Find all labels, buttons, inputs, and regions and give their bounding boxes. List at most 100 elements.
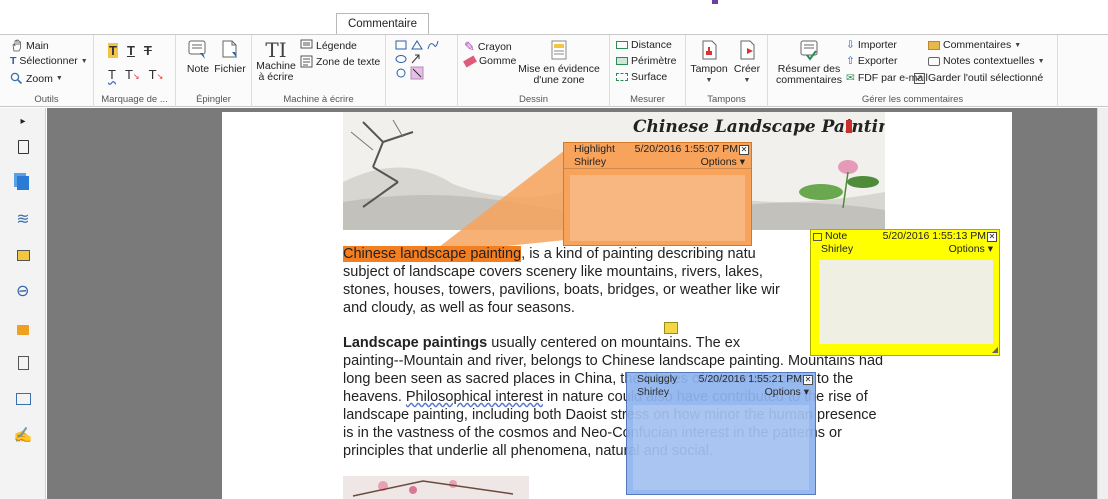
crayon-tool[interactable]: ✎ Crayon xyxy=(464,39,512,55)
highlight-connector xyxy=(430,150,565,254)
accent-mark xyxy=(712,0,718,4)
group-marquage: T T T T T↘ T↘ Marquage de ... xyxy=(94,35,176,107)
expand-panel-arrow-icon[interactable]: ▸ xyxy=(12,110,34,132)
legende-tool[interactable]: Légende xyxy=(300,39,357,52)
typewriter-label-2: à écrire xyxy=(258,71,294,83)
chevron-down-icon: ▼ xyxy=(1037,57,1045,65)
note-popup-author: Shirley xyxy=(821,243,854,255)
typewriter-button[interactable]: TI Machine à écrire xyxy=(256,39,296,83)
comments-label: Commentaires xyxy=(943,39,1012,51)
underline-text-icon[interactable]: T xyxy=(127,43,135,58)
stamp-icon xyxy=(702,40,717,60)
squiggly-popup[interactable]: Squiggly 5/20/2016 1:55:21 PM ✕ Shirley O… xyxy=(626,372,816,495)
group-label-marquage: Marquage de ... xyxy=(101,94,168,105)
chevron-down-icon: ▼ xyxy=(743,77,751,84)
export-button[interactable]: ⇧ Exporter xyxy=(846,55,898,67)
highlight-popup-options[interactable]: Options ▾ xyxy=(701,156,745,168)
popup-notes-label: Notes contextuelles xyxy=(943,55,1035,67)
import-label: Importer xyxy=(857,39,897,51)
gomme-tool[interactable]: Gomme xyxy=(463,54,516,68)
note-button[interactable]: Note xyxy=(184,39,212,75)
import-icon: ⇩ xyxy=(846,39,855,51)
note-popup-body[interactable] xyxy=(819,260,993,344)
signature-icon[interactable]: ✍ xyxy=(12,424,34,446)
note-marker-icon[interactable] xyxy=(664,322,678,334)
stamp-button[interactable]: Tampon ▼ xyxy=(690,39,728,86)
pages-thumbnails-icon[interactable] xyxy=(12,172,34,194)
highlight-text-icon[interactable]: T xyxy=(108,43,118,58)
highlight-popup-type: Highlight xyxy=(574,143,615,155)
document-settings-icon[interactable] xyxy=(12,352,34,374)
file-attach-icon xyxy=(222,40,237,58)
group-tampons: Tampon ▼ Créer ▼ Tampons xyxy=(686,35,768,107)
highlighted-text[interactable]: Chinese landscape painting xyxy=(343,246,522,262)
tab-commentaire[interactable]: Commentaire xyxy=(336,13,429,35)
group-dessin: ✎ Crayon Gomme Mise en évidence d'une zo… xyxy=(458,35,610,107)
close-icon[interactable]: ✕ xyxy=(803,374,813,385)
create-stamp-button[interactable]: Créer ▼ xyxy=(730,39,764,86)
ribbon: Main T Sélectionner ▼ Zoom ▼ Outils T T … xyxy=(0,35,1108,107)
squiggly-popup-date: 5/20/2016 1:55:21 PM xyxy=(698,373,802,385)
squiggly-popup-body[interactable] xyxy=(633,405,809,490)
fichier-button[interactable]: Fichier xyxy=(214,39,246,75)
insert-text-icon[interactable]: T↘ xyxy=(149,67,164,82)
comments-panel-icon[interactable] xyxy=(12,244,34,266)
zoom-tool[interactable]: Zoom ▼ xyxy=(10,72,63,85)
group-machine: TI Machine à écrire Légende Zone de text… xyxy=(252,35,386,107)
highlight-popup-header[interactable]: Highlight 5/20/2016 1:55:07 PM ✕ xyxy=(564,143,751,156)
surface-label: Surface xyxy=(631,71,668,83)
keep-tool-checkbox[interactable]: ✓ Garder l'outil sélectionné xyxy=(914,72,1043,84)
resize-handle-icon[interactable]: ◢ xyxy=(992,345,998,354)
import-button[interactable]: ⇩ Importer xyxy=(846,39,897,51)
bold-phrase: Landscape paintings xyxy=(343,335,488,351)
flower-image xyxy=(343,476,529,499)
group-label-outils: Outils xyxy=(34,94,59,105)
shape-tools[interactable] xyxy=(394,39,454,87)
callout-icon xyxy=(300,39,313,49)
group-label-dessin: Dessin xyxy=(518,94,549,105)
page-icon[interactable] xyxy=(12,136,34,158)
popup-note-icon xyxy=(928,56,940,66)
squiggly-popup-options[interactable]: Options ▾ xyxy=(765,386,809,399)
popup-notes-menu[interactable]: Notes contextuelles ▼ xyxy=(928,55,1045,67)
close-icon[interactable]: ✕ xyxy=(739,144,749,155)
highlight-popup-body[interactable] xyxy=(570,175,745,241)
perimeter-tool[interactable]: Périmètre xyxy=(616,55,677,67)
create-stamp-label: Créer xyxy=(733,63,761,75)
highlight-popup[interactable]: Highlight 5/20/2016 1:55:07 PM ✕ Shirley … xyxy=(563,142,752,246)
attachment-icon[interactable]: ⊘ xyxy=(12,280,34,303)
squiggly-text[interactable]: Philosophical interest xyxy=(406,389,543,405)
typewriter-icon: TI xyxy=(265,38,287,62)
lock-icon[interactable] xyxy=(12,316,34,338)
squiggly-popup-header[interactable]: Squiggly 5/20/2016 1:55:21 PM ✕ xyxy=(627,373,815,386)
eraser-icon xyxy=(463,54,477,68)
note-popup[interactable]: Note 5/20/2016 1:55:13 PM ✕ Shirley Optio… xyxy=(810,229,1000,356)
squiggly-popup-type: Squiggly xyxy=(637,373,678,385)
surface-tool[interactable]: Surface xyxy=(616,71,667,83)
squiggly-text-icon[interactable]: T xyxy=(108,67,116,82)
form-fields-icon[interactable] xyxy=(12,388,34,410)
note-popup-header[interactable]: Note 5/20/2016 1:55:13 PM ✕ xyxy=(811,230,999,243)
note-label: Note xyxy=(186,63,210,75)
fichier-label: Fichier xyxy=(214,63,246,75)
group-mesurer: Distance Périmètre Surface Mesurer xyxy=(610,35,686,107)
group-shapes xyxy=(386,35,458,107)
note-popup-options[interactable]: Options ▾ xyxy=(949,243,993,256)
oval-icon xyxy=(395,55,407,63)
comments-menu[interactable]: Commentaires ▼ xyxy=(928,39,1021,51)
highlight-popup-author: Shirley xyxy=(574,156,607,168)
replace-text-icon[interactable]: T↘ xyxy=(125,67,140,82)
area-icon xyxy=(616,73,628,81)
perimeter-icon xyxy=(616,57,628,65)
main-tool[interactable]: Main xyxy=(10,39,49,52)
close-icon[interactable]: ✕ xyxy=(987,231,997,242)
summarize-button[interactable]: Résumer des commentaires xyxy=(774,39,844,86)
select-tool[interactable]: T Sélectionner ▼ xyxy=(10,55,88,67)
vertical-scrollbar[interactable] xyxy=(1097,108,1108,499)
textbox-tool[interactable]: Zone de texte xyxy=(300,55,380,68)
distance-tool[interactable]: Distance xyxy=(616,39,672,51)
strikeout-text-icon[interactable]: T xyxy=(144,43,152,58)
group-label-tampons: Tampons xyxy=(707,94,746,105)
layers-icon[interactable]: ≋ xyxy=(12,208,34,230)
area-highlight-button[interactable]: Mise en évidence d'une zone xyxy=(512,39,606,86)
